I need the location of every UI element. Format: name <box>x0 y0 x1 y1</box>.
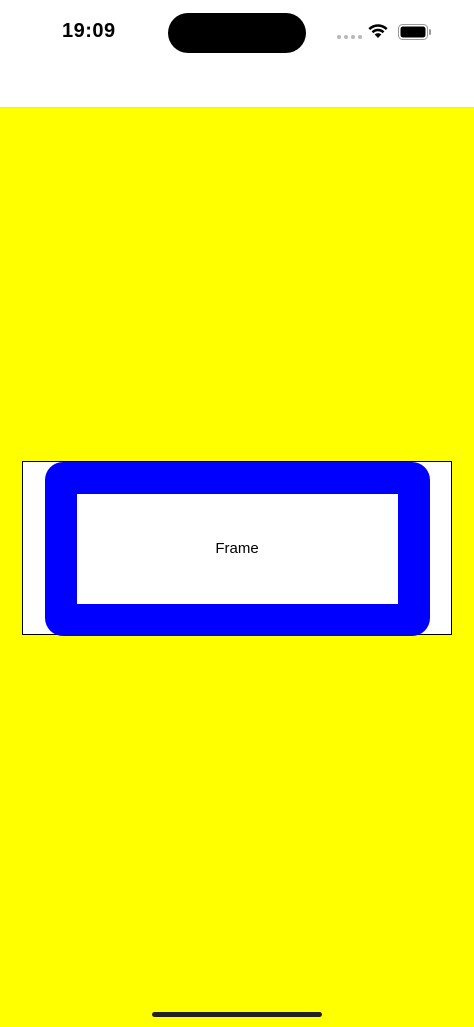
dynamic-island <box>168 13 306 53</box>
status-bar: 19:09 <box>0 0 474 64</box>
frame-label: Frame <box>215 540 259 557</box>
wifi-icon <box>368 24 388 38</box>
status-time: 19:09 <box>62 20 116 42</box>
app-screen: 19:09 Frame <box>0 0 474 1027</box>
navigation-bar <box>0 64 474 108</box>
content-area: Frame <box>0 108 474 1027</box>
frame-inner: Frame <box>77 494 397 603</box>
battery-icon <box>398 24 431 40</box>
home-indicator[interactable] <box>152 1012 322 1017</box>
signal-dots-icon <box>337 35 362 39</box>
